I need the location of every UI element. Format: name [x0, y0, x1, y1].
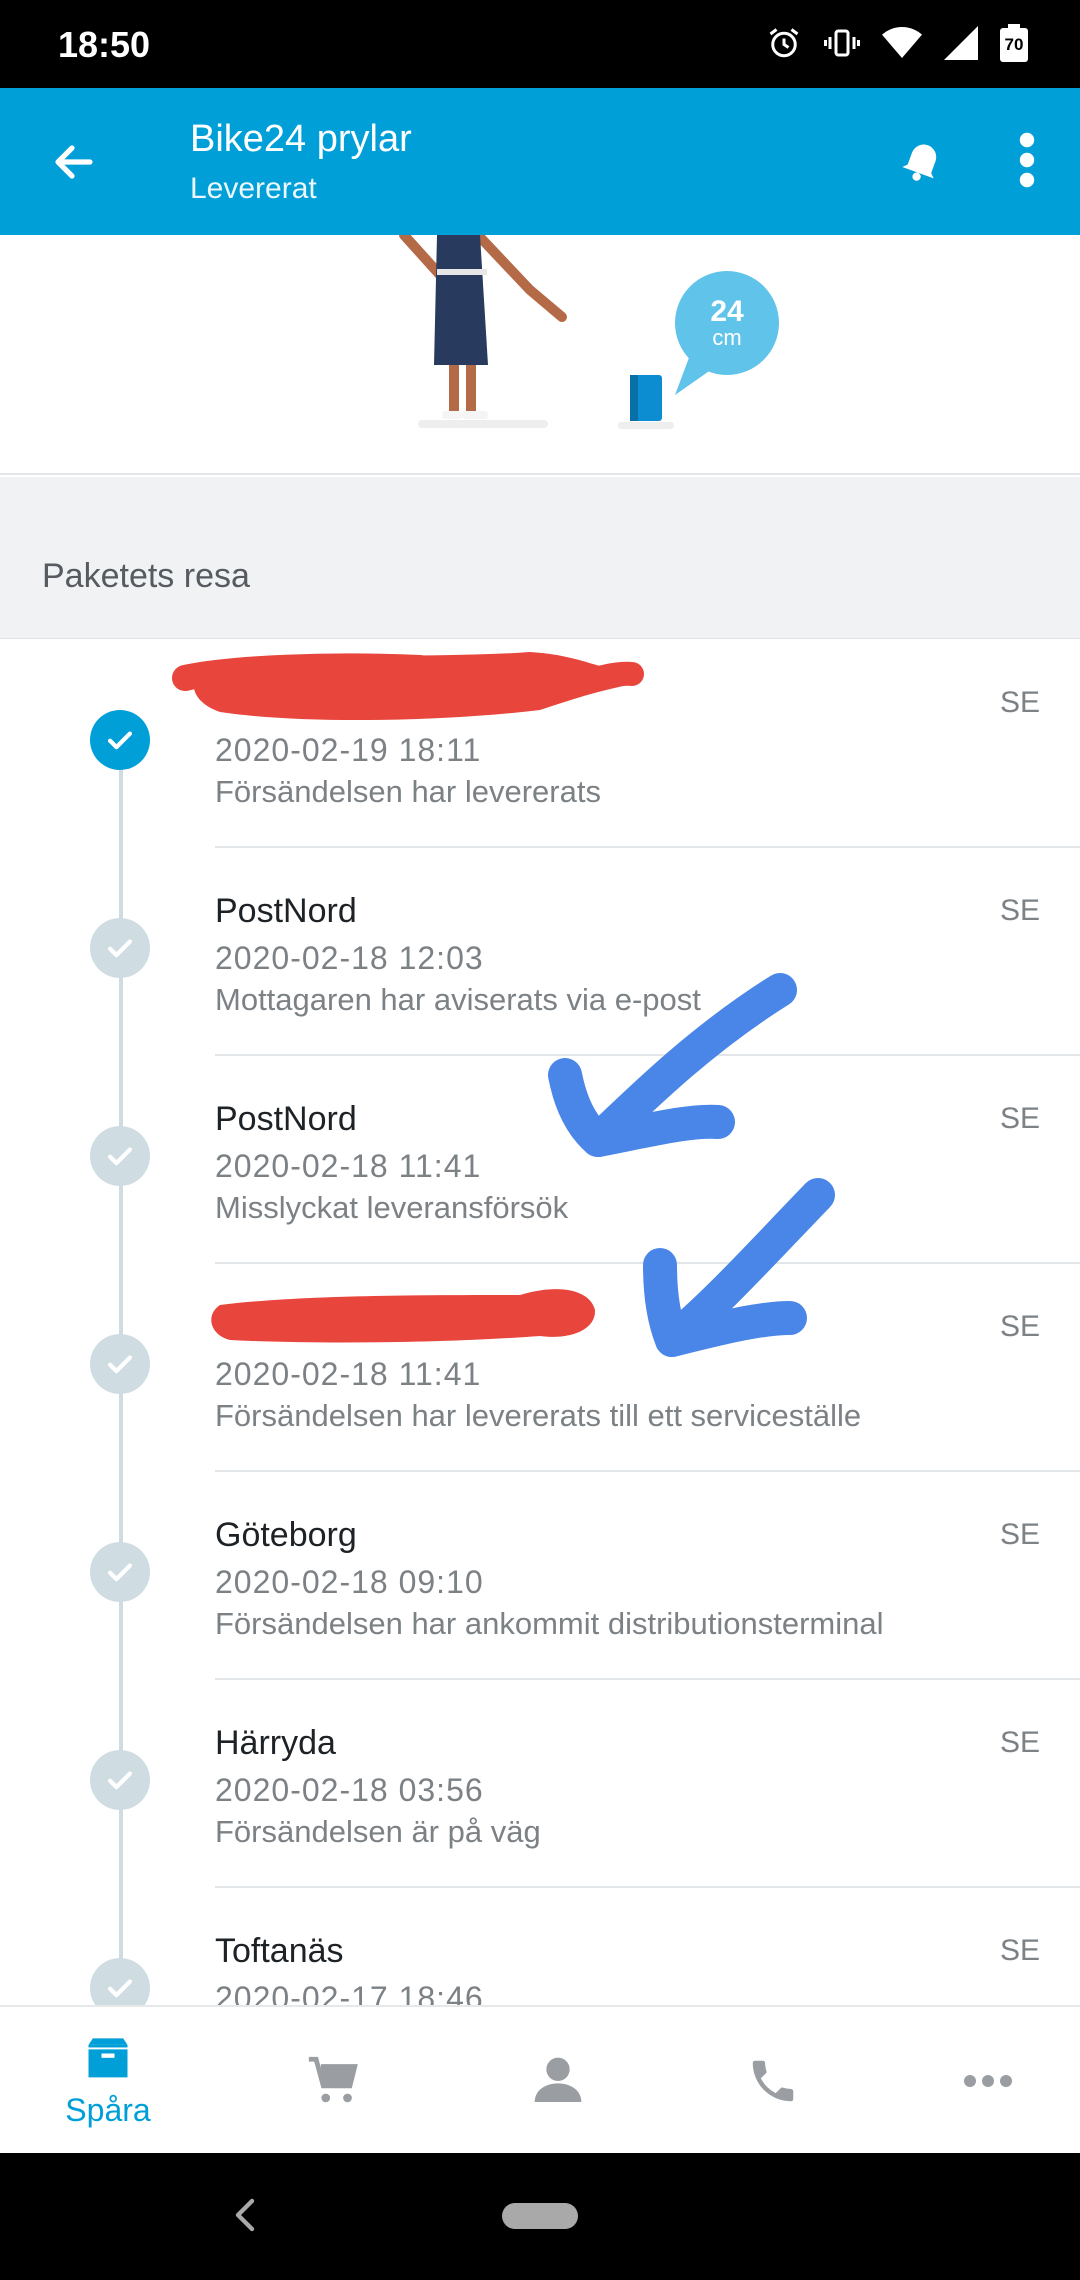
check-icon — [90, 1126, 150, 1186]
battery-level: 70 — [1000, 28, 1028, 62]
event-country: SE — [999, 1310, 1040, 1343]
nav-track[interactable]: Spåra — [0, 2007, 216, 2155]
back-arrow-icon[interactable] — [50, 138, 98, 186]
timeline-event[interactable]: Göteborg 2020-02-18 09:10 Försändelsen h… — [0, 1472, 1080, 1680]
event-date: 2020-02-18 11:41 — [215, 1148, 482, 1184]
more-vert-icon[interactable] — [1012, 130, 1042, 190]
event-country: SE — [999, 1518, 1040, 1551]
tracking-timeline[interactable]: 2020-02-19 18:11 Försändelsen har levere… — [0, 640, 1080, 2005]
nav-contact[interactable] — [665, 2007, 881, 2155]
app-bar: Bike24 prylar Levererat — [0, 88, 1080, 235]
status-bar: 18:50 70 — [0, 0, 1080, 88]
journey-section-title: Paketets resa — [42, 557, 250, 595]
event-place: Härryda — [215, 1724, 336, 1762]
nav-track-label: Spåra — [65, 2091, 151, 2128]
check-icon — [90, 918, 150, 978]
timeline-event[interactable]: PostNord 2020-02-18 12:03 Mottagaren har… — [0, 848, 1080, 1056]
page-title: Bike24 prylar — [190, 118, 412, 160]
event-place: PostNord — [215, 1100, 357, 1138]
system-home-pill[interactable] — [502, 2203, 578, 2229]
phone-icon — [752, 2060, 794, 2102]
page-subtitle: Levererat — [190, 172, 317, 205]
person-icon — [534, 2057, 582, 2102]
signal-icon — [944, 26, 978, 60]
status-icons: 70 — [766, 24, 1028, 62]
check-icon — [90, 1750, 150, 1810]
journey-section-header: Paketets resa — [0, 477, 1080, 639]
timeline-event[interactable]: 2020-02-19 18:11 Försändelsen har levere… — [0, 640, 1080, 848]
status-time: 18:50 — [58, 24, 151, 65]
event-country: SE — [999, 1102, 1040, 1135]
event-description: Försändelsen är på väg — [215, 1814, 541, 1849]
event-date: 2020-02-19 18:11 — [215, 732, 482, 768]
event-place: Toftanäs — [215, 1932, 344, 1970]
system-back-icon[interactable] — [232, 2197, 256, 2233]
timeline-event[interactable]: 2020-02-18 11:41 Försändelsen har levere… — [0, 1264, 1080, 1472]
timeline-event[interactable]: Toftanäs 2020-02-17 18:46 SE — [0, 1888, 1080, 2005]
event-date: 2020-02-18 12:03 — [215, 940, 484, 976]
event-description: Mottagaren har aviserats via e-post — [215, 982, 701, 1017]
check-icon — [90, 1542, 150, 1602]
event-date: 2020-02-17 18:46 — [215, 1980, 484, 2005]
cart-icon — [308, 2056, 358, 2103]
timeline-event[interactable]: PostNord 2020-02-18 11:41 Misslyckat lev… — [0, 1056, 1080, 1264]
size-value: 24 — [710, 295, 744, 328]
event-country: SE — [999, 686, 1040, 719]
event-place: Göteborg — [215, 1516, 357, 1554]
check-icon — [90, 1958, 150, 2005]
timeline-event[interactable]: Härryda 2020-02-18 03:56 Försändelsen är… — [0, 1680, 1080, 1888]
system-navigation-bar — [0, 2153, 1080, 2280]
notification-bell-icon[interactable] — [898, 134, 948, 184]
bottom-navigation: Spåra — [0, 2005, 1080, 2153]
event-country: SE — [999, 894, 1040, 927]
package-icon — [88, 2037, 128, 2077]
nav-shop[interactable] — [225, 2007, 441, 2155]
size-unit: cm — [712, 325, 742, 350]
event-country: SE — [999, 1934, 1040, 1967]
person-illustration — [399, 235, 779, 429]
event-description: Försändelsen har levererats — [215, 774, 601, 809]
delivery-illustration: 24 cm — [0, 235, 1080, 475]
event-description: Misslyckat leveransförsök — [215, 1190, 569, 1225]
nav-more[interactable] — [880, 2007, 1080, 2155]
nav-profile[interactable] — [450, 2007, 666, 2155]
event-description: Försändelsen har levererats till ett ser… — [215, 1398, 862, 1433]
wifi-icon — [882, 27, 922, 58]
event-date: 2020-02-18 09:10 — [215, 1564, 484, 1600]
event-description: Försändelsen har ankommit distributionst… — [215, 1606, 884, 1641]
event-place: PostNord — [215, 892, 357, 930]
event-country: SE — [999, 1726, 1040, 1759]
battery-icon: 70 — [1000, 24, 1028, 62]
check-icon — [90, 1334, 150, 1394]
alarm-icon — [769, 28, 799, 58]
event-date: 2020-02-18 11:41 — [215, 1356, 482, 1392]
more-horizontal-icon — [964, 2075, 1012, 2087]
event-date: 2020-02-18 03:56 — [215, 1772, 484, 1808]
check-icon — [90, 710, 150, 770]
vibrate-icon — [824, 29, 860, 57]
